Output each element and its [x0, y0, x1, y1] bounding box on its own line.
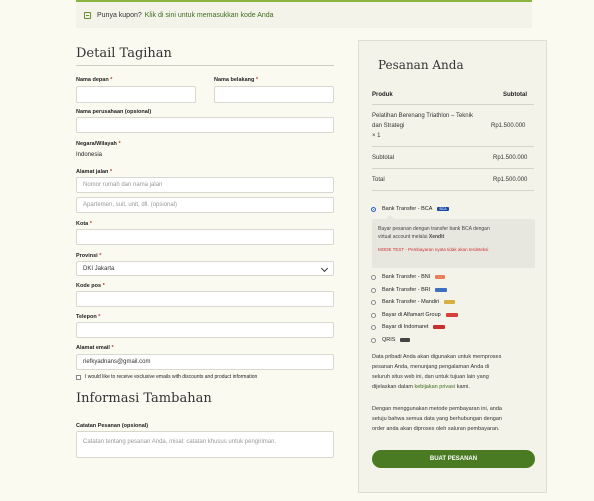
city-input[interactable]: [76, 229, 334, 245]
company-input[interactable]: [76, 117, 334, 133]
bca-logo-icon: BCA: [437, 207, 449, 211]
mandiri-logo-icon: [444, 300, 456, 304]
marketing-opt-in[interactable]: I would like to receive exclusive emails…: [76, 374, 257, 380]
street-address-2-input[interactable]: Apartemen, suit, unit, dll. (opsional): [76, 197, 334, 213]
phone-label: Telepon *: [76, 314, 101, 320]
bni-logo-icon: [435, 275, 446, 279]
street-address-input[interactable]: Nomor rumah dan nama jalan: [76, 177, 334, 193]
company-label: Nama perusahaan (opsional): [76, 109, 152, 115]
payment-option-bca[interactable]: Bank Transfer - BCA BCA: [371, 206, 449, 212]
privacy-policy-link[interactable]: kebijakan privasi: [415, 384, 456, 390]
billing-title: Detail Tagihan: [76, 46, 172, 61]
email-input[interactable]: riefkyadnans@gmail.com: [76, 354, 334, 370]
order-divider: [372, 104, 534, 105]
last-name-label: Nama belakang *: [214, 77, 259, 83]
first-name-label: Nama depan *: [76, 77, 113, 83]
marketing-checkbox[interactable]: [76, 374, 81, 380]
order-divider: [372, 190, 534, 191]
payment-radio[interactable]: [371, 299, 376, 305]
privacy-notice: Data pribadi Anda akan digunakan untuk m…: [372, 354, 502, 390]
payment-radio-selected[interactable]: [371, 206, 376, 212]
payment-radio[interactable]: [371, 337, 376, 343]
bri-logo-icon: [435, 288, 448, 292]
phone-input[interactable]: [76, 322, 334, 338]
payment-option-bni[interactable]: Bank Transfer - BNI: [371, 274, 446, 280]
qris-logo-icon: [400, 338, 411, 342]
coupon-text: Punya kupon?: [97, 11, 142, 19]
indomaret-logo-icon: [433, 325, 446, 329]
payment-radio[interactable]: [371, 287, 376, 293]
payment-option-mandiri[interactable]: Bank Transfer - Mandiri: [371, 299, 456, 305]
province-label: Provinsi *: [76, 253, 102, 259]
province-select[interactable]: DKI Jakarta: [76, 261, 334, 276]
order-title: Pesanan Anda: [378, 58, 464, 72]
test-mode-notice: MODE TEST - Pembayaran nyata tidak akan …: [378, 247, 489, 252]
payment-option-indomaret[interactable]: Bayar di Indomaret: [371, 324, 446, 330]
payment-option-alfamart[interactable]: Bayar di Alfamart Group: [371, 312, 458, 318]
order-notes-textarea[interactable]: Catatan tentang pesanan Anda, misal: cat…: [76, 431, 334, 458]
payment-radio[interactable]: [371, 274, 376, 280]
coupon-notice: Punya kupon? Klik di sini untuk memasukk…: [76, 0, 532, 28]
street-label: Alamat jalan *: [76, 169, 113, 175]
first-name-input[interactable]: [76, 86, 196, 103]
marketing-label: I would like to receive exclusive emails…: [85, 374, 258, 380]
payment-terms-notice: Dengan menggunakan metode pembayaran ini…: [372, 406, 502, 432]
order-item-price: Rp1.500.000: [491, 123, 526, 129]
col-subtotal-header: Subtotal: [503, 92, 527, 98]
coupon-link[interactable]: Klik di sini untuk memasukkan kode Anda: [145, 12, 274, 19]
alfamart-logo-icon: [445, 313, 458, 317]
col-product-header: Produk: [372, 92, 393, 98]
total-label: Total: [372, 177, 385, 183]
billing-title-divider: [76, 65, 334, 66]
country-value: Indonesia: [76, 152, 103, 158]
coupon-icon: [84, 11, 91, 19]
total-value: Rp1.500.000: [493, 177, 528, 183]
chevron-down-icon: [320, 264, 329, 273]
payment-option-bri[interactable]: Bank Transfer - BRI: [371, 287, 448, 293]
email-label: Alamat email *: [76, 345, 114, 351]
payment-option-qris[interactable]: QRIS: [371, 337, 411, 343]
city-label: Kota *: [76, 221, 92, 227]
subtotal-label: Subtotal: [372, 155, 395, 161]
postcode-label: Kode pos *: [76, 283, 105, 289]
order-divider: [372, 146, 534, 147]
last-name-input[interactable]: [214, 86, 334, 103]
order-item-name: Pelatihan Berenang Triathlon – Teknik da…: [372, 113, 473, 139]
order-divider: [372, 168, 534, 169]
notes-label: Catatan Pesanan (opsional): [76, 423, 149, 429]
subtotal-value: Rp1.500.000: [493, 155, 528, 161]
payment-radio[interactable]: [371, 324, 376, 330]
country-label: Negara/Wilayah *: [76, 141, 121, 147]
payment-description: Bayar pesanan dengan transfer bank BCA d…: [372, 215, 535, 268]
place-order-button[interactable]: BUAT PESANAN: [372, 450, 535, 468]
additional-info-title: Informasi Tambahan: [76, 391, 212, 406]
postcode-input[interactable]: [76, 291, 334, 307]
payment-radio[interactable]: [371, 312, 376, 318]
